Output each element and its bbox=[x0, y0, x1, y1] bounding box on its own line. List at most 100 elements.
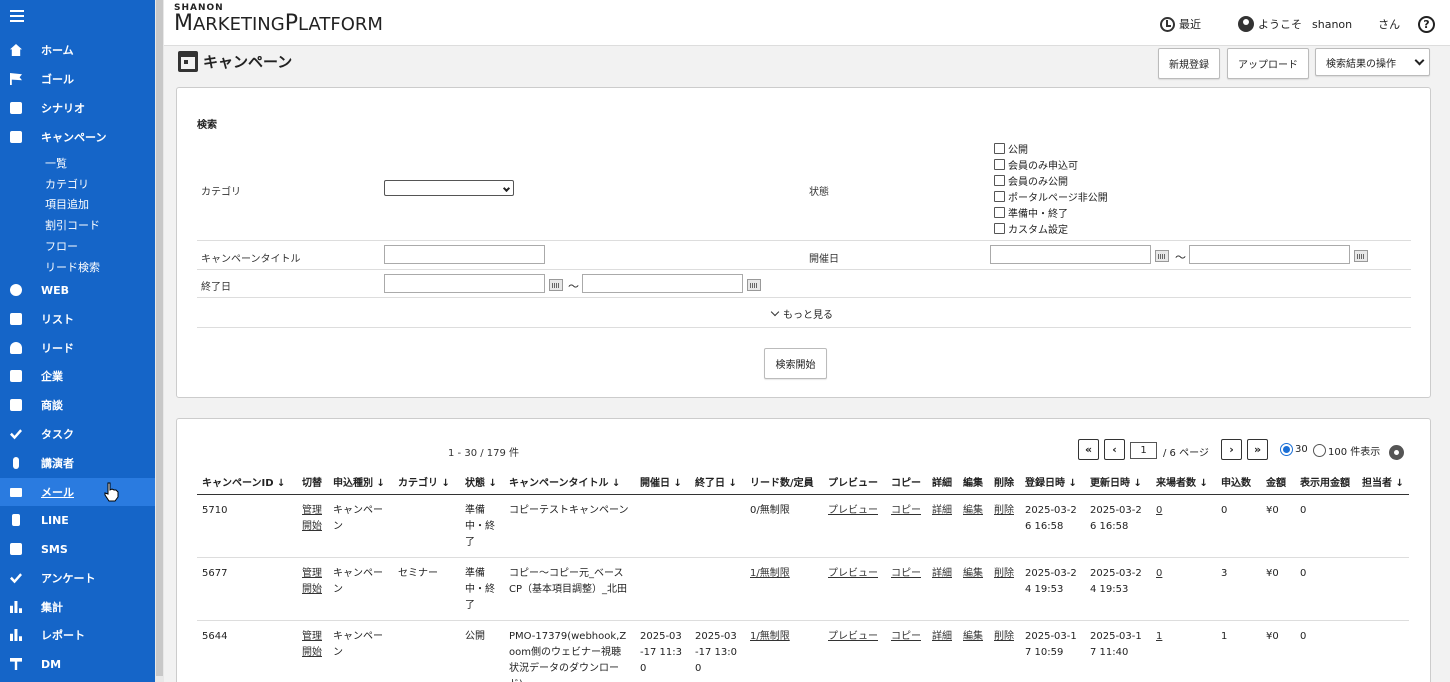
column-header[interactable]: 開催日 ↓ bbox=[635, 470, 690, 495]
column-header[interactable]: 申込種別 ↓ bbox=[328, 470, 393, 495]
column-header[interactable]: 金額 bbox=[1261, 470, 1295, 495]
status-checkbox[interactable] bbox=[994, 191, 1005, 202]
status-checkbox[interactable] bbox=[994, 223, 1005, 234]
copy-link[interactable]: コピー bbox=[891, 505, 921, 516]
campaign-subitem-1[interactable]: カテゴリ bbox=[45, 176, 89, 192]
first-page-button[interactable]: « bbox=[1078, 439, 1099, 460]
column-header[interactable]: 切替 bbox=[297, 470, 328, 495]
visitors-link[interactable]: 0 bbox=[1156, 505, 1162, 516]
campaign-subitem-2[interactable]: 項目追加 bbox=[45, 196, 89, 212]
status-option-5[interactable]: カスタム設定 bbox=[994, 221, 1068, 236]
page-size-30[interactable]: 30 bbox=[1280, 443, 1308, 456]
status-checkbox[interactable] bbox=[994, 175, 1005, 186]
sidebar-item-13[interactable]: SMS bbox=[0, 535, 155, 563]
column-header[interactable]: 担当者 ↓ bbox=[1357, 470, 1409, 495]
edit-link[interactable]: 編集 bbox=[963, 568, 983, 579]
user-menu[interactable]: ようこそ shanon さん bbox=[1238, 16, 1400, 32]
prev-page-button[interactable]: ‹ bbox=[1104, 439, 1125, 460]
campaign-title-input[interactable] bbox=[384, 245, 545, 264]
visitors-link[interactable]: 0 bbox=[1156, 568, 1162, 579]
calendar-picker-icon[interactable] bbox=[1155, 250, 1169, 262]
sidebar-item-4[interactable]: WEB bbox=[0, 276, 155, 304]
new-register-button[interactable]: 新規登録 bbox=[1158, 48, 1220, 79]
column-header[interactable]: 終了日 ↓ bbox=[690, 470, 745, 495]
preview-link[interactable]: プレビュー bbox=[828, 631, 878, 642]
delete-link[interactable]: 削除 bbox=[994, 505, 1014, 516]
sidebar-item-10[interactable]: 講演者 bbox=[0, 449, 155, 477]
sidebar-item-12[interactable]: LINE bbox=[0, 506, 155, 534]
held-date-from-input[interactable] bbox=[990, 245, 1151, 264]
show-more-link[interactable]: もっと見る bbox=[770, 306, 833, 321]
radio-30[interactable] bbox=[1280, 443, 1293, 456]
calendar-picker-icon[interactable] bbox=[1354, 250, 1368, 262]
search-start-button[interactable]: 検索開始 bbox=[764, 348, 827, 379]
sidebar-item-9[interactable]: タスク bbox=[0, 420, 155, 448]
column-header[interactable]: 来場者数 ↓ bbox=[1151, 470, 1216, 495]
column-header[interactable]: リード数/定員 bbox=[745, 470, 823, 495]
status-checkbox[interactable] bbox=[994, 159, 1005, 170]
leads-link[interactable]: 1/無制限 bbox=[750, 631, 790, 642]
gear-icon[interactable] bbox=[1389, 445, 1404, 460]
column-header[interactable]: 表示用金額 bbox=[1295, 470, 1357, 495]
status-checkbox[interactable] bbox=[994, 207, 1005, 218]
sidebar-item-0[interactable]: ホーム bbox=[0, 36, 155, 64]
sidebar-scrollbar[interactable] bbox=[155, 0, 164, 682]
copy-link[interactable]: コピー bbox=[891, 631, 921, 642]
sidebar-item-2[interactable]: シナリオ bbox=[0, 94, 155, 122]
help-icon[interactable]: ? bbox=[1418, 16, 1435, 33]
detail-link[interactable]: 詳細 bbox=[932, 631, 952, 642]
sidebar-item-14[interactable]: アンケート bbox=[0, 564, 155, 592]
switch-link[interactable]: 管理開始 bbox=[302, 568, 322, 595]
column-header[interactable]: 削除 bbox=[989, 470, 1020, 495]
calendar-picker-icon[interactable] bbox=[549, 279, 563, 291]
sidebar-item-15[interactable]: 集計 bbox=[0, 593, 155, 621]
column-header[interactable]: 登録日時 ↓ bbox=[1020, 470, 1085, 495]
category-select[interactable] bbox=[384, 180, 514, 196]
status-option-3[interactable]: ポータルページ非公開 bbox=[994, 189, 1108, 204]
radio-100[interactable] bbox=[1313, 444, 1326, 457]
column-header[interactable]: 更新日時 ↓ bbox=[1085, 470, 1151, 495]
sidebar-item-17[interactable]: DM bbox=[0, 650, 155, 678]
upload-button[interactable]: アップロード bbox=[1227, 48, 1309, 79]
sidebar-item-11[interactable]: メール bbox=[0, 478, 155, 506]
delete-link[interactable]: 削除 bbox=[994, 631, 1014, 642]
switch-link[interactable]: 管理開始 bbox=[302, 631, 322, 658]
status-option-0[interactable]: 公開 bbox=[994, 141, 1028, 156]
preview-link[interactable]: プレビュー bbox=[828, 505, 878, 516]
column-header[interactable]: キャンペーンID ↓ bbox=[197, 470, 297, 495]
campaign-subitem-4[interactable]: フロー bbox=[45, 238, 78, 254]
held-date-to-input[interactable] bbox=[1189, 245, 1350, 264]
recent-button[interactable]: 最近 bbox=[1160, 16, 1201, 32]
edit-link[interactable]: 編集 bbox=[963, 631, 983, 642]
column-header[interactable]: 詳細 bbox=[927, 470, 958, 495]
detail-link[interactable]: 詳細 bbox=[932, 568, 952, 579]
status-checkbox[interactable] bbox=[994, 143, 1005, 154]
sidebar-item-3[interactable]: キャンペーン bbox=[0, 123, 155, 151]
column-header[interactable]: 申込数 bbox=[1216, 470, 1261, 495]
campaign-subitem-5[interactable]: リード検索 bbox=[45, 259, 100, 275]
detail-link[interactable]: 詳細 bbox=[932, 505, 952, 516]
column-header[interactable]: 編集 bbox=[958, 470, 989, 495]
column-header[interactable]: プレビュー bbox=[823, 470, 886, 495]
edit-link[interactable]: 編集 bbox=[963, 505, 983, 516]
sidebar-item-6[interactable]: リード bbox=[0, 334, 155, 362]
delete-link[interactable]: 削除 bbox=[994, 568, 1014, 579]
calendar-picker-icon[interactable] bbox=[747, 279, 761, 291]
column-header[interactable]: キャンペーンタイトル ↓ bbox=[504, 470, 635, 495]
result-operations-select[interactable]: 検索結果の操作 bbox=[1315, 48, 1430, 76]
page-size-100[interactable]: 100 件表示 bbox=[1313, 443, 1380, 458]
end-date-from-input[interactable] bbox=[384, 274, 545, 293]
sidebar-item-7[interactable]: 企業 bbox=[0, 362, 155, 390]
campaign-subitem-0[interactable]: 一覧 bbox=[45, 155, 67, 171]
sidebar-item-8[interactable]: 商談 bbox=[0, 391, 155, 419]
status-option-4[interactable]: 準備中・終了 bbox=[994, 205, 1068, 220]
status-option-2[interactable]: 会員のみ公開 bbox=[994, 173, 1068, 188]
visitors-link[interactable]: 1 bbox=[1156, 631, 1162, 642]
last-page-button[interactable]: » bbox=[1247, 439, 1268, 460]
switch-link[interactable]: 管理開始 bbox=[302, 505, 322, 532]
sidebar-item-1[interactable]: ゴール bbox=[0, 65, 155, 93]
next-page-button[interactable]: › bbox=[1221, 439, 1242, 460]
end-date-to-input[interactable] bbox=[582, 274, 743, 293]
column-header[interactable]: コピー bbox=[886, 470, 927, 495]
column-header[interactable]: 状態 ↓ bbox=[460, 470, 504, 495]
